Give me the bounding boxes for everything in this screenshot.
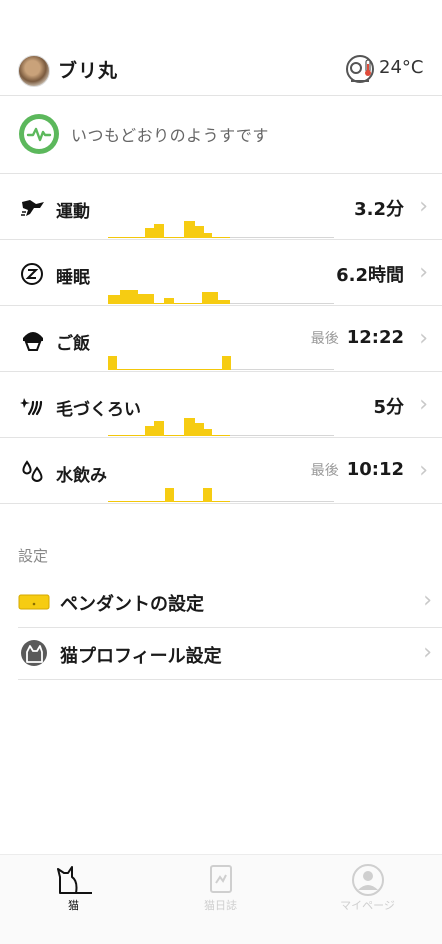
metric-row-grooming[interactable]: 毛づくろい 5分 › xyxy=(0,372,442,438)
activity-bar xyxy=(165,488,174,502)
metric-label: 運動 xyxy=(56,202,90,222)
tab-label: 猫日誌 xyxy=(204,899,237,912)
header: ブリ丸 24°C xyxy=(0,44,442,96)
metric-prefix: 最後 xyxy=(310,463,339,479)
grooming-icon xyxy=(20,398,43,416)
activity-bar xyxy=(204,429,212,436)
activity-bar xyxy=(164,298,174,304)
diary-icon xyxy=(209,865,232,893)
pendant-settings-item[interactable]: ペンダントの設定 › xyxy=(18,576,442,628)
cat-profile-icon xyxy=(21,640,47,666)
setting-label: ペンダントの設定 xyxy=(60,594,204,615)
activity-bar xyxy=(203,488,212,502)
activity-bar xyxy=(202,292,218,304)
activity-bar xyxy=(108,295,120,304)
activity-bar xyxy=(145,228,154,238)
status-card[interactable]: いつもどおりのようすです xyxy=(0,96,442,174)
heartbeat-icon xyxy=(19,114,59,154)
drinking-activity-chart xyxy=(108,478,334,502)
pendant-icon xyxy=(18,594,50,610)
activity-bar xyxy=(222,356,231,370)
tab-diary[interactable]: 猫日誌 xyxy=(147,855,294,944)
user-icon xyxy=(351,864,384,896)
activity-bar xyxy=(120,290,138,304)
grooming-activity-chart xyxy=(108,412,334,436)
activity-bar xyxy=(184,221,195,238)
tab-mypage[interactable]: マイページ xyxy=(294,855,441,944)
sleep-icon xyxy=(21,263,43,285)
setting-label: 猫プロフィール設定 xyxy=(60,646,222,667)
settings-title: 設定 xyxy=(18,547,49,565)
metric-row-drinking[interactable]: 水飲み 最後 10:12 › xyxy=(0,438,442,504)
activity-bar xyxy=(154,224,164,238)
chevron-right-icon: › xyxy=(419,260,428,285)
metric-value: 3.2分 xyxy=(354,199,404,220)
metric-row-sleep[interactable]: 睡眠 6.2時間 › xyxy=(0,240,442,306)
activity-bar xyxy=(154,421,164,436)
chevron-right-icon: › xyxy=(423,640,432,665)
cat-icon xyxy=(56,866,92,894)
tab-label: 猫 xyxy=(68,899,79,912)
thermometer-device-icon xyxy=(346,55,374,83)
cat-avatar[interactable] xyxy=(18,55,50,87)
activity-bar xyxy=(195,423,204,436)
metric-row-exercise[interactable]: 運動 3.2分 › xyxy=(0,174,442,240)
tab-label: マイページ xyxy=(340,899,395,912)
activity-bar xyxy=(108,356,117,370)
activity-bar xyxy=(145,426,154,436)
tab-bar: 猫 猫日誌 マイページ xyxy=(0,854,442,944)
chevron-right-icon: › xyxy=(419,326,428,351)
status-message: いつもどおりのようすです xyxy=(71,126,269,145)
chevron-right-icon: › xyxy=(419,458,428,483)
activity-bar xyxy=(195,226,204,238)
running-cat-icon xyxy=(21,200,44,216)
metric-prefix: 最後 xyxy=(310,331,339,347)
activity-bar xyxy=(218,300,230,304)
chevron-right-icon: › xyxy=(419,392,428,417)
activity-bar xyxy=(138,294,154,304)
metric-label: 水飲み xyxy=(56,466,107,486)
metric-value: 5分 xyxy=(373,397,404,418)
metric-value: 12:22 xyxy=(346,327,404,348)
chevron-right-icon: › xyxy=(419,194,428,219)
activity-bar xyxy=(184,418,195,436)
activity-bar xyxy=(204,233,212,238)
tab-cat[interactable]: 猫 xyxy=(0,855,147,944)
metric-label: ご飯 xyxy=(56,334,90,354)
temperature: 24°C xyxy=(379,57,424,78)
water-drop-icon xyxy=(22,460,43,482)
meal-activity-chart xyxy=(108,346,334,370)
metric-value: 6.2時間 xyxy=(336,265,404,286)
cat-profile-settings-item[interactable]: 猫プロフィール設定 › xyxy=(18,628,442,680)
cat-name[interactable]: ブリ丸 xyxy=(58,56,118,83)
sleep-activity-chart xyxy=(108,280,334,304)
chevron-right-icon: › xyxy=(423,588,432,613)
metric-row-meal[interactable]: ご飯 最後 12:22 › xyxy=(0,306,442,372)
food-bowl-icon xyxy=(23,332,43,351)
exercise-activity-chart xyxy=(108,214,334,238)
metric-value: 10:12 xyxy=(346,459,404,480)
metric-label: 睡眠 xyxy=(56,268,90,288)
